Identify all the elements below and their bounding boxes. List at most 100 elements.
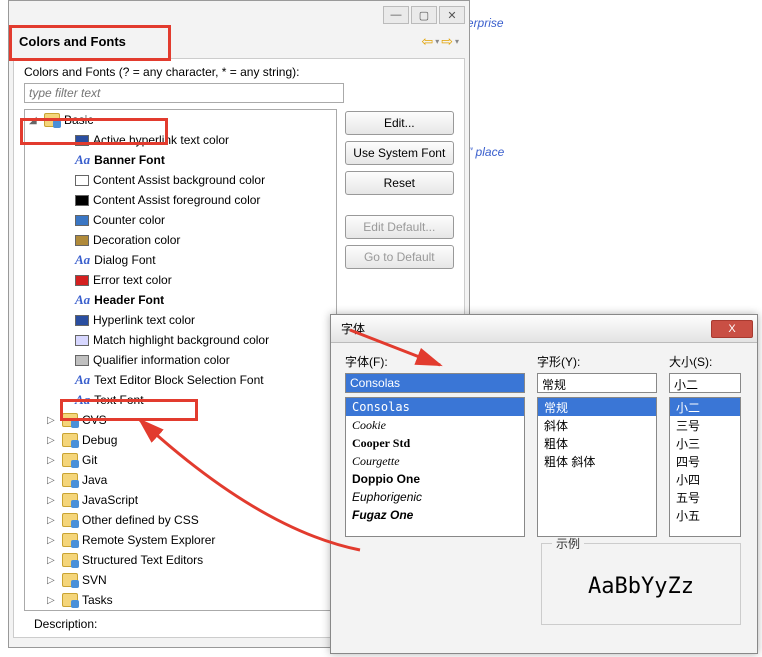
list-item[interactable]: 小四 bbox=[670, 470, 740, 488]
size-list[interactable]: 小二三号小三四号小四五号小五 bbox=[669, 397, 741, 537]
font-icon: Aa bbox=[75, 292, 90, 308]
tree-folder[interactable]: ▷Debug bbox=[25, 430, 336, 450]
font-list[interactable]: ConsolasCookieCooper StdCourgetteDoppio … bbox=[345, 397, 525, 537]
tree-item[interactable]: AaBanner Font bbox=[25, 150, 336, 170]
tree-folder[interactable]: ▷Other defined by CSS bbox=[25, 510, 336, 530]
close-button[interactable]: X bbox=[711, 320, 753, 338]
tree-node-basic[interactable]: ◢ Basic bbox=[25, 110, 336, 130]
folder-icon bbox=[44, 113, 60, 127]
list-item[interactable]: 小五 bbox=[670, 506, 740, 524]
back-icon[interactable]: ⇦ bbox=[422, 33, 434, 50]
font-input[interactable]: Consolas bbox=[345, 373, 525, 393]
expand-icon[interactable]: ▷ bbox=[47, 455, 58, 466]
page-title: Colors and Fonts bbox=[19, 34, 126, 49]
tree-item[interactable]: Counter color bbox=[25, 210, 336, 230]
expand-icon[interactable]: ▷ bbox=[47, 495, 58, 506]
tree-item-label: Header Font bbox=[94, 293, 164, 307]
sample-label: 示例 bbox=[552, 535, 584, 552]
tree-item[interactable]: Active hyperlink text color bbox=[25, 130, 336, 150]
tree-item-label: Content Assist foreground color bbox=[93, 193, 260, 207]
list-item[interactable]: Fugaz One bbox=[346, 506, 524, 524]
tree-folder[interactable]: ▷Remote System Explorer bbox=[25, 530, 336, 550]
list-item[interactable]: Courgette bbox=[346, 452, 524, 470]
list-item[interactable]: 小二 bbox=[670, 398, 740, 416]
tree-item[interactable]: Hyperlink text color bbox=[25, 310, 336, 330]
tree-item-label: Content Assist background color bbox=[93, 173, 265, 187]
tree-item[interactable]: Aa Header Font bbox=[25, 290, 336, 310]
tree-folder[interactable]: ▷ Tasks bbox=[25, 590, 336, 610]
tree-folder[interactable]: ▷ CVS bbox=[25, 410, 336, 430]
folder-icon bbox=[62, 453, 78, 467]
list-item[interactable]: Consolas bbox=[346, 398, 524, 416]
use-system-font-button[interactable]: Use System Font bbox=[345, 141, 454, 165]
collapse-icon[interactable]: ◢ bbox=[29, 115, 40, 126]
list-item[interactable]: Cooper Std bbox=[346, 434, 524, 452]
tree-item-label: Decoration color bbox=[93, 233, 180, 247]
tree-folder[interactable]: ▷Structured Text Editors bbox=[25, 550, 336, 570]
color-swatch bbox=[75, 335, 89, 346]
list-item[interactable]: 四号 bbox=[670, 452, 740, 470]
tree-item[interactable]: AaText Font bbox=[25, 390, 336, 410]
list-item[interactable]: 小三 bbox=[670, 434, 740, 452]
expand-icon[interactable]: ▷ bbox=[47, 555, 58, 566]
tree[interactable]: ◢ Basic Active hyperlink text colorAaBan… bbox=[24, 109, 337, 611]
tree-item[interactable]: Error text color bbox=[25, 270, 336, 290]
style-list[interactable]: 常规斜体粗体粗体 斜体 bbox=[537, 397, 657, 537]
tree-folder[interactable]: ▷Java bbox=[25, 470, 336, 490]
tree-item[interactable]: AaText Editor Block Selection Font bbox=[25, 370, 336, 390]
list-item[interactable]: 五号 bbox=[670, 488, 740, 506]
list-item[interactable]: Cookie bbox=[346, 416, 524, 434]
list-item[interactable]: 三号 bbox=[670, 416, 740, 434]
tree-item-label: Qualifier information color bbox=[93, 353, 230, 367]
list-item[interactable]: Euphorigenic bbox=[346, 488, 524, 506]
folder-icon bbox=[62, 413, 78, 427]
sample-text: AaBbYyZz bbox=[552, 574, 730, 599]
folder-icon bbox=[62, 573, 78, 587]
list-item[interactable]: 斜体 bbox=[538, 416, 656, 434]
close-button[interactable]: ✕ bbox=[439, 6, 465, 24]
expand-icon[interactable]: ▷ bbox=[47, 415, 58, 426]
tree-label: Basic bbox=[64, 113, 93, 127]
size-input[interactable]: 小二 bbox=[669, 373, 741, 393]
tree-item[interactable]: Content Assist background color bbox=[25, 170, 336, 190]
expand-icon[interactable]: ▷ bbox=[47, 475, 58, 486]
tree-item-label: Hyperlink text color bbox=[93, 313, 195, 327]
horizontal-scrollbar[interactable] bbox=[25, 610, 336, 611]
tree-item-label: Text Editor Block Selection Font bbox=[94, 373, 263, 387]
tree-folder-label: CVS bbox=[82, 413, 107, 427]
tree-folder[interactable]: ▷SVN bbox=[25, 570, 336, 590]
list-item[interactable]: 常规 bbox=[538, 398, 656, 416]
tree-item[interactable]: Decoration color bbox=[25, 230, 336, 250]
maximize-button[interactable]: ▢ bbox=[411, 6, 437, 24]
tree-item[interactable]: AaDialog Font bbox=[25, 250, 336, 270]
expand-icon[interactable]: ▷ bbox=[47, 575, 58, 586]
color-swatch bbox=[75, 355, 89, 366]
list-item[interactable]: 粗体 斜体 bbox=[538, 452, 656, 470]
tree-folder-label: Git bbox=[82, 453, 97, 467]
filter-label: Colors and Fonts (? = any character, * =… bbox=[24, 65, 454, 79]
minimize-button[interactable]: — bbox=[383, 6, 409, 24]
tree-item[interactable]: Content Assist foreground color bbox=[25, 190, 336, 210]
expand-icon[interactable]: ▷ bbox=[47, 515, 58, 526]
tree-item[interactable]: Match highlight background color bbox=[25, 330, 336, 350]
list-item[interactable]: 粗体 bbox=[538, 434, 656, 452]
tree-folder-label: Tasks bbox=[82, 593, 113, 607]
folder-icon bbox=[62, 493, 78, 507]
expand-icon[interactable]: ▷ bbox=[47, 595, 58, 606]
expand-icon[interactable]: ▷ bbox=[47, 535, 58, 546]
reset-button[interactable]: Reset bbox=[345, 171, 454, 195]
style-input[interactable]: 常规 bbox=[537, 373, 657, 393]
tree-folder-label: JavaScript bbox=[82, 493, 138, 507]
forward-icon[interactable]: ⇨ bbox=[441, 33, 453, 50]
edit-button[interactable]: Edit... bbox=[345, 111, 454, 135]
tree-folder[interactable]: ▷ Git bbox=[25, 450, 336, 470]
folder-icon bbox=[62, 433, 78, 447]
color-swatch bbox=[75, 235, 89, 246]
tree-item-label: Dialog Font bbox=[94, 253, 155, 267]
color-swatch bbox=[75, 315, 89, 326]
list-item[interactable]: Doppio One bbox=[346, 470, 524, 488]
tree-folder[interactable]: ▷ JavaScript bbox=[25, 490, 336, 510]
filter-input[interactable] bbox=[24, 83, 344, 103]
tree-item[interactable]: Qualifier information color bbox=[25, 350, 336, 370]
expand-icon[interactable]: ▷ bbox=[47, 435, 58, 446]
